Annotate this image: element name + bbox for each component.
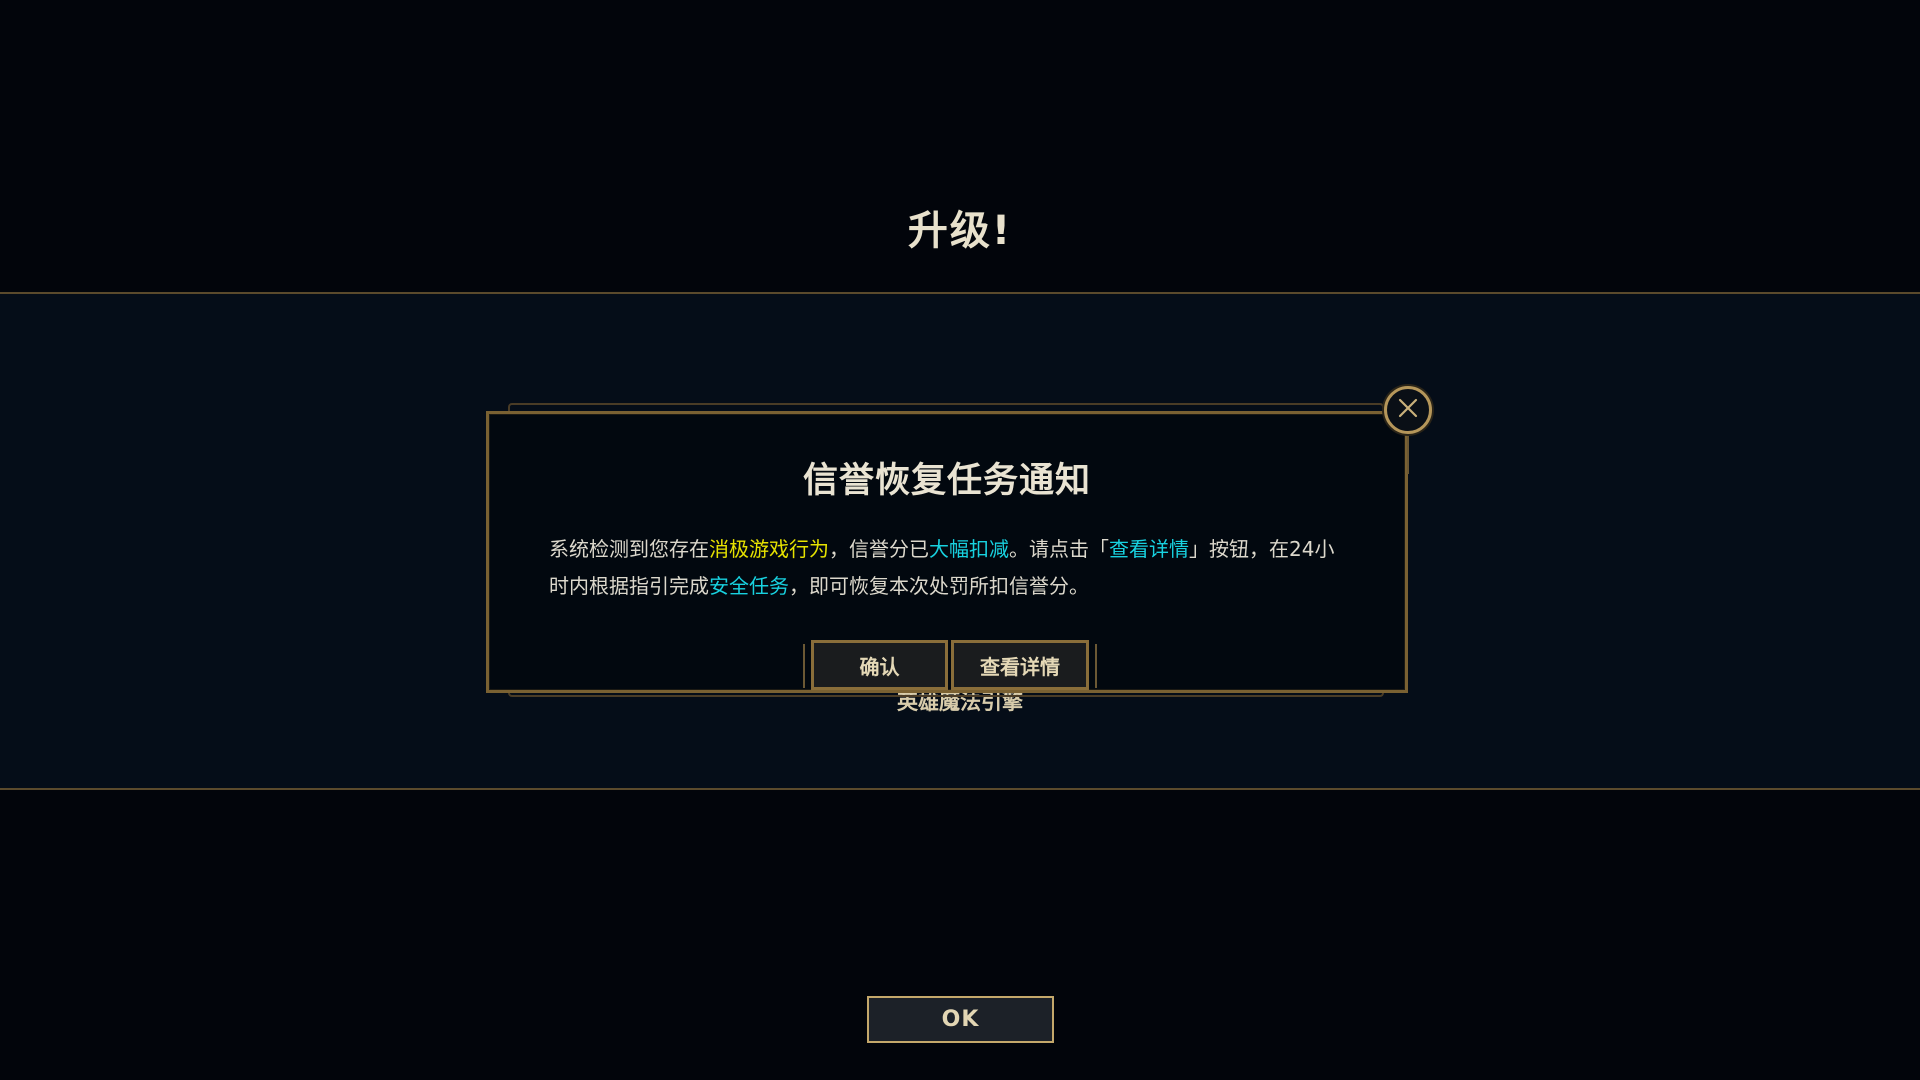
message-highlight-negative-behavior: 消极游戏行为 xyxy=(709,537,829,561)
message-highlight-deduction: 大幅扣减 xyxy=(929,537,1009,561)
message-highlight-view-details: 查看详情 xyxy=(1109,537,1189,561)
message-text: 。请点击「 xyxy=(1009,537,1109,561)
close-icon xyxy=(1397,397,1419,423)
dialog-title: 信誉恢复任务通知 xyxy=(802,461,1091,501)
message-highlight-security-task: 安全任务 xyxy=(709,574,789,598)
message-text: ，信誉分已 xyxy=(829,537,929,561)
dialog-message: 系统检测到您存在消极游戏行为，信誉分已大幅扣减。请点击「查看详情」按钮，在24小… xyxy=(549,531,1353,605)
message-text: 系统检测到您存在 xyxy=(549,537,709,561)
page-title: 升级! xyxy=(907,208,1013,254)
confirm-button[interactable]: 确认 xyxy=(811,640,948,690)
close-button[interactable] xyxy=(1384,386,1432,434)
notification-dialog: 信誉恢复任务通知 系统检测到您存在消极游戏行为，信誉分已大幅扣减。请点击「查看详… xyxy=(486,411,1408,693)
close-button-stem xyxy=(1407,434,1409,474)
message-text: ，即可恢复本次处罚所扣信誉分。 xyxy=(789,574,1089,598)
view-details-button[interactable]: 查看详情 xyxy=(951,640,1089,690)
ok-button[interactable]: OK xyxy=(867,996,1054,1043)
dialog-button-row: 确认 查看详情 xyxy=(489,640,1405,693)
